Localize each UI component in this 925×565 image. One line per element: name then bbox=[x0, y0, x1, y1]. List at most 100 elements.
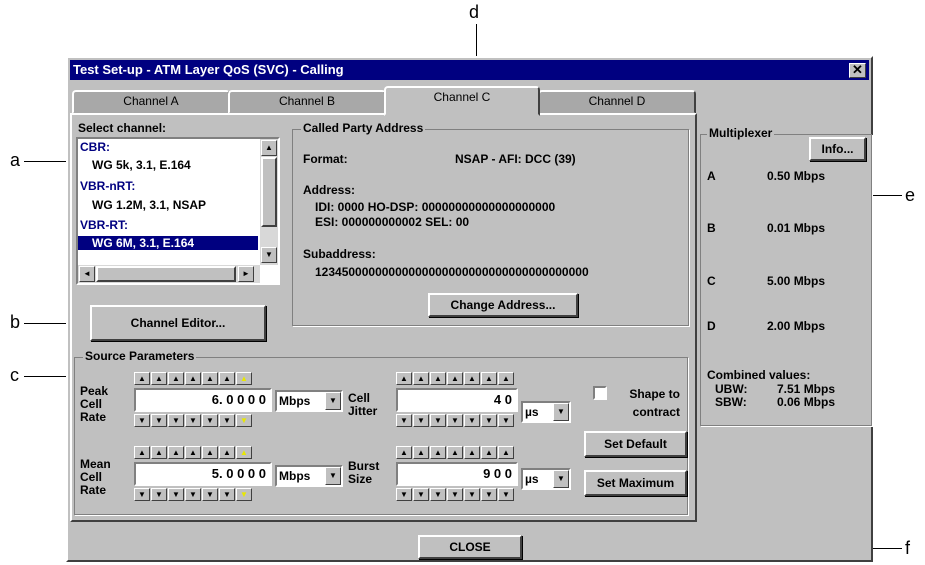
scroll-thumb[interactable] bbox=[261, 157, 277, 227]
burst-increment-arrows[interactable]: ▲ ▲ ▲ ▲ ▲ ▲ ▲ bbox=[396, 446, 514, 459]
jitter-decrement-arrows[interactable]: ▼ ▼ ▼ ▼ ▼ ▼ ▼ bbox=[396, 414, 514, 427]
down-arrow-icon[interactable]: ▼ bbox=[185, 488, 201, 501]
set-maximum-button[interactable]: Set Maximum bbox=[584, 470, 687, 496]
list-header-cbr[interactable]: CBR: bbox=[80, 140, 110, 154]
tab-channel-b[interactable]: Channel B bbox=[228, 90, 386, 114]
tab-channel-a[interactable]: Channel A bbox=[72, 90, 230, 114]
down-arrow-icon[interactable]: ▼ bbox=[236, 488, 252, 501]
up-arrow-icon[interactable]: ▲ bbox=[413, 372, 429, 385]
up-arrow-icon[interactable]: ▲ bbox=[498, 446, 514, 459]
down-arrow-icon[interactable]: ▼ bbox=[481, 414, 497, 427]
channel-editor-button[interactable]: Channel Editor... bbox=[90, 305, 266, 341]
up-arrow-icon[interactable]: ▲ bbox=[481, 446, 497, 459]
down-arrow-icon[interactable]: ▼ bbox=[481, 488, 497, 501]
down-arrow-icon[interactable]: ▼ bbox=[134, 488, 150, 501]
down-arrow-icon[interactable]: ▼ bbox=[151, 488, 167, 501]
jitter-increment-arrows[interactable]: ▲ ▲ ▲ ▲ ▲ ▲ ▲ bbox=[396, 372, 514, 385]
scroll-down-icon[interactable]: ▼ bbox=[261, 247, 277, 263]
up-arrow-icon[interactable]: ▲ bbox=[396, 446, 412, 459]
up-arrow-icon[interactable]: ▲ bbox=[168, 446, 184, 459]
down-arrow-icon[interactable]: ▼ bbox=[447, 488, 463, 501]
jitter-unit-select[interactable]: µs ▼ bbox=[521, 401, 571, 423]
up-arrow-icon[interactable]: ▲ bbox=[481, 372, 497, 385]
down-arrow-icon[interactable]: ▼ bbox=[464, 414, 480, 427]
change-address-button[interactable]: Change Address... bbox=[428, 293, 578, 317]
down-arrow-icon[interactable]: ▼ bbox=[396, 414, 412, 427]
up-arrow-icon[interactable]: ▲ bbox=[168, 372, 184, 385]
up-arrow-icon[interactable]: ▲ bbox=[134, 372, 150, 385]
down-arrow-icon[interactable]: ▼ bbox=[430, 488, 446, 501]
mean-increment-arrows[interactable]: ▲ ▲ ▲ ▲ ▲ ▲ ▲ bbox=[134, 446, 252, 459]
up-arrow-icon[interactable]: ▲ bbox=[430, 446, 446, 459]
list-header-vbr-rt[interactable]: VBR-RT: bbox=[80, 218, 128, 232]
up-arrow-icon[interactable]: ▲ bbox=[236, 446, 252, 459]
up-arrow-icon[interactable]: ▲ bbox=[134, 446, 150, 459]
scroll-up-icon[interactable]: ▲ bbox=[261, 140, 277, 156]
down-arrow-icon[interactable]: ▼ bbox=[202, 414, 218, 427]
close-button[interactable]: CLOSE bbox=[418, 535, 522, 559]
chevron-down-icon[interactable]: ▼ bbox=[553, 470, 569, 488]
down-arrow-icon[interactable]: ▼ bbox=[151, 414, 167, 427]
down-arrow-icon[interactable]: ▼ bbox=[464, 488, 480, 501]
down-arrow-icon[interactable]: ▼ bbox=[236, 414, 252, 427]
set-default-button[interactable]: Set Default bbox=[584, 431, 687, 457]
mean-decrement-arrows[interactable]: ▼ ▼ ▼ ▼ ▼ ▼ ▼ bbox=[134, 488, 252, 501]
info-button[interactable]: Info... bbox=[809, 137, 866, 161]
up-arrow-icon[interactable]: ▲ bbox=[185, 372, 201, 385]
up-arrow-icon[interactable]: ▲ bbox=[202, 446, 218, 459]
up-arrow-icon[interactable]: ▲ bbox=[430, 372, 446, 385]
down-arrow-icon[interactable]: ▼ bbox=[447, 414, 463, 427]
peak-increment-arrows[interactable]: ▲ ▲ ▲ ▲ ▲ ▲ ▲ bbox=[134, 372, 252, 385]
up-arrow-icon[interactable]: ▲ bbox=[202, 372, 218, 385]
down-arrow-icon[interactable]: ▼ bbox=[202, 488, 218, 501]
tab-channel-d[interactable]: Channel D bbox=[538, 90, 696, 114]
up-arrow-icon[interactable]: ▲ bbox=[236, 372, 252, 385]
list-item[interactable]: WG 5k, 3.1, E.164 bbox=[92, 158, 191, 172]
down-arrow-icon[interactable]: ▼ bbox=[134, 414, 150, 427]
channel-listbox[interactable]: CBR: WG 5k, 3.1, E.164 VBR-nRT: WG 1.2M,… bbox=[76, 137, 280, 285]
peak-decrement-arrows[interactable]: ▼ ▼ ▼ ▼ ▼ ▼ ▼ bbox=[134, 414, 252, 427]
burst-size-field[interactable]: 9 0 0 bbox=[396, 462, 518, 486]
up-arrow-icon[interactable]: ▲ bbox=[498, 372, 514, 385]
up-arrow-icon[interactable]: ▲ bbox=[464, 446, 480, 459]
h-scroll-thumb[interactable] bbox=[96, 266, 236, 282]
scroll-left-icon[interactable]: ◄ bbox=[79, 266, 95, 282]
down-arrow-icon[interactable]: ▼ bbox=[219, 414, 235, 427]
tab-channel-c[interactable]: Channel C bbox=[384, 86, 540, 116]
up-arrow-icon[interactable]: ▲ bbox=[185, 446, 201, 459]
down-arrow-icon[interactable]: ▼ bbox=[413, 488, 429, 501]
up-arrow-icon[interactable]: ▲ bbox=[464, 372, 480, 385]
down-arrow-icon[interactable]: ▼ bbox=[168, 414, 184, 427]
down-arrow-icon[interactable]: ▼ bbox=[498, 488, 514, 501]
mean-cell-rate-field[interactable]: 5. 0 0 0 0 bbox=[134, 462, 272, 486]
burst-unit-select[interactable]: µs ▼ bbox=[521, 468, 571, 490]
peak-cell-rate-field[interactable]: 6. 0 0 0 0 bbox=[134, 388, 272, 412]
cell-jitter-field[interactable]: 4 0 bbox=[396, 388, 518, 412]
list-header-vbr-nrt[interactable]: VBR-nRT: bbox=[80, 179, 135, 193]
list-item-selected[interactable]: WG 6M, 3.1, E.164 bbox=[78, 236, 258, 250]
down-arrow-icon[interactable]: ▼ bbox=[219, 488, 235, 501]
up-arrow-icon[interactable]: ▲ bbox=[396, 372, 412, 385]
up-arrow-icon[interactable]: ▲ bbox=[413, 446, 429, 459]
up-arrow-icon[interactable]: ▲ bbox=[447, 372, 463, 385]
shape-to-contract-checkbox[interactable] bbox=[593, 386, 607, 400]
peak-unit-select[interactable]: Mbps ▼ bbox=[275, 390, 343, 412]
down-arrow-icon[interactable]: ▼ bbox=[396, 488, 412, 501]
up-arrow-icon[interactable]: ▲ bbox=[151, 372, 167, 385]
up-arrow-icon[interactable]: ▲ bbox=[151, 446, 167, 459]
close-window-icon[interactable]: ✕ bbox=[849, 63, 866, 78]
chevron-down-icon[interactable]: ▼ bbox=[553, 403, 569, 421]
mean-unit-select[interactable]: Mbps ▼ bbox=[275, 465, 343, 487]
down-arrow-icon[interactable]: ▼ bbox=[413, 414, 429, 427]
down-arrow-icon[interactable]: ▼ bbox=[498, 414, 514, 427]
chevron-down-icon[interactable]: ▼ bbox=[325, 392, 341, 410]
up-arrow-icon[interactable]: ▲ bbox=[219, 372, 235, 385]
list-item[interactable]: WG 1.2M, 3.1, NSAP bbox=[92, 198, 206, 212]
burst-decrement-arrows[interactable]: ▼ ▼ ▼ ▼ ▼ ▼ ▼ bbox=[396, 488, 514, 501]
chevron-down-icon[interactable]: ▼ bbox=[325, 467, 341, 485]
up-arrow-icon[interactable]: ▲ bbox=[219, 446, 235, 459]
down-arrow-icon[interactable]: ▼ bbox=[168, 488, 184, 501]
up-arrow-icon[interactable]: ▲ bbox=[447, 446, 463, 459]
down-arrow-icon[interactable]: ▼ bbox=[430, 414, 446, 427]
scroll-right-icon[interactable]: ► bbox=[238, 266, 254, 282]
